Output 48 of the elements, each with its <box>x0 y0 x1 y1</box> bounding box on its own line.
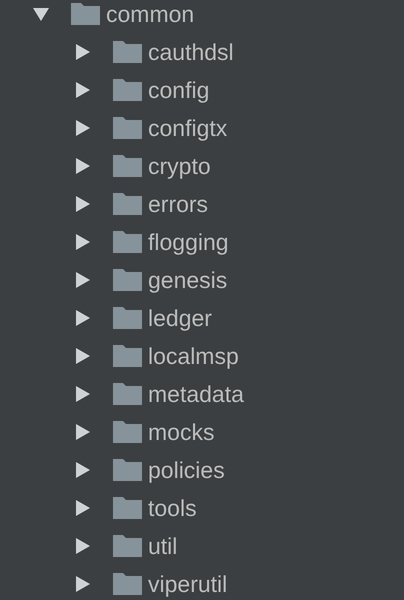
folder-name[interactable]: mocks <box>148 418 214 446</box>
folder-icon <box>113 573 142 595</box>
expand-arrow-icon[interactable] <box>75 196 91 212</box>
expand-arrow-icon[interactable] <box>75 234 91 250</box>
folder-name[interactable]: tools <box>148 494 197 522</box>
folder-icon <box>113 193 142 215</box>
folder-name[interactable]: genesis <box>148 266 228 294</box>
folder-icon <box>113 41 142 63</box>
folder-name[interactable]: cauthdsl <box>148 38 234 66</box>
expand-arrow-icon[interactable] <box>75 310 91 326</box>
expand-arrow-icon[interactable] <box>75 272 91 288</box>
folder-name[interactable]: localmsp <box>148 342 239 370</box>
collapse-arrow-icon[interactable] <box>33 6 49 22</box>
expand-arrow-icon[interactable] <box>75 576 91 592</box>
folder-icon <box>113 155 142 177</box>
expand-arrow-icon[interactable] <box>75 44 91 60</box>
folder-icon <box>71 3 100 25</box>
expand-arrow-icon[interactable] <box>75 424 91 440</box>
expand-arrow-icon[interactable] <box>75 158 91 174</box>
folder-icon <box>113 345 142 367</box>
folder-name[interactable]: ledger <box>148 304 212 332</box>
expand-arrow-icon[interactable] <box>75 500 91 516</box>
folder-icon <box>113 459 142 481</box>
folder-icon <box>113 117 142 139</box>
folder-icon <box>113 231 142 253</box>
expand-arrow-icon[interactable] <box>75 386 91 402</box>
folder-name[interactable]: crypto <box>148 152 211 180</box>
folder-icon <box>113 79 142 101</box>
expand-arrow-icon[interactable] <box>75 348 91 364</box>
folder-icon <box>113 307 142 329</box>
folder-name[interactable]: errors <box>148 190 208 218</box>
folder-name[interactable]: config <box>148 76 210 104</box>
expand-arrow-icon[interactable] <box>75 538 91 554</box>
folder-name[interactable]: common <box>106 0 194 28</box>
folder-icon <box>113 497 142 519</box>
folder-name[interactable]: util <box>148 532 178 560</box>
folder-name[interactable]: policies <box>148 456 225 484</box>
folder-name[interactable]: configtx <box>148 114 228 142</box>
folder-icon <box>113 421 142 443</box>
folder-icon <box>113 269 142 291</box>
expand-arrow-icon[interactable] <box>75 120 91 136</box>
folder-icon <box>113 535 142 557</box>
expand-arrow-icon[interactable] <box>75 462 91 478</box>
expand-arrow-icon[interactable] <box>75 82 91 98</box>
folder-icon <box>113 383 142 405</box>
folder-name[interactable]: flogging <box>148 228 229 256</box>
folder-name[interactable]: viperutil <box>148 570 228 598</box>
folder-name[interactable]: metadata <box>148 380 244 408</box>
